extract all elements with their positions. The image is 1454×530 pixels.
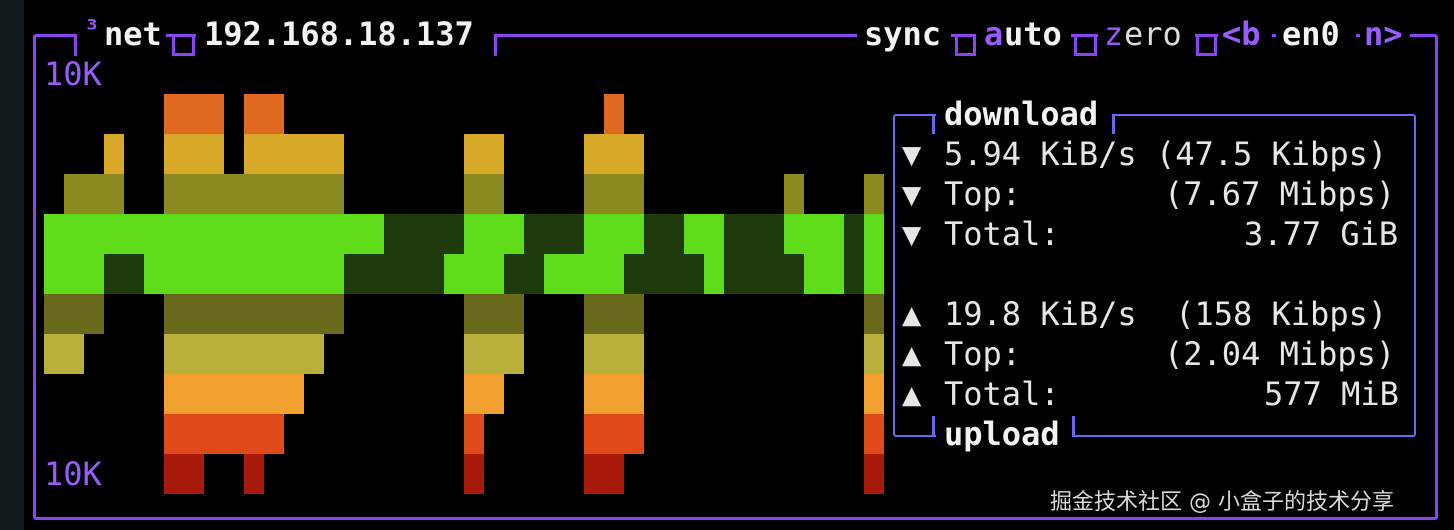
up-arrow-icon: ▲ xyxy=(902,295,922,333)
up-arrow-icon: ▲ xyxy=(902,375,922,413)
panel-title: net xyxy=(104,15,162,53)
auto-hotkey: a xyxy=(984,15,1004,53)
upload-top-value: (2.04 Mibps) xyxy=(1164,335,1396,373)
upload-top-label: Top: xyxy=(944,335,1022,373)
auto-label: uto xyxy=(1004,15,1062,53)
interface-name: en0 xyxy=(1282,15,1340,53)
next-interface-button[interactable]: n> xyxy=(1364,14,1403,54)
sync-toggle[interactable]: sync xyxy=(864,14,941,54)
zero-hotkey: z xyxy=(1104,15,1124,53)
down-arrow-icon: ▼ xyxy=(902,135,922,173)
download-top-value: (7.67 Mibps) xyxy=(1164,175,1396,213)
upload-rate: 19.8 KiB/s (158 Kibps) xyxy=(944,295,1388,333)
download-title: download xyxy=(944,95,1099,133)
zero-label: ero xyxy=(1124,15,1182,53)
ip-address: 192.168.18.137 xyxy=(204,15,474,53)
upload-total-value: 577 MiB xyxy=(1264,375,1399,413)
scale-bottom-label: 10K xyxy=(44,455,102,493)
down-arrow-icon: ▼ xyxy=(902,215,922,253)
up-arrow-icon: ▲ xyxy=(902,335,922,373)
watermark: 掘金技术社区 @ 小盒子的技术分享 xyxy=(1050,490,1394,515)
download-top-label: Top: xyxy=(944,175,1022,213)
upload-title: upload xyxy=(944,415,1060,453)
download-total-label: Total: xyxy=(944,215,1060,253)
download-total-value: 3.77 GiB xyxy=(1244,215,1399,253)
panel-number: ³ xyxy=(84,15,100,45)
down-arrow-icon: ▼ xyxy=(902,175,922,213)
upload-total-label: Total: xyxy=(944,375,1060,413)
prev-interface-button[interactable]: <b xyxy=(1222,14,1261,54)
scale-top-label: 10K xyxy=(44,55,102,93)
download-rate: 5.94 KiB/s (47.5 Kibps) xyxy=(944,135,1388,173)
